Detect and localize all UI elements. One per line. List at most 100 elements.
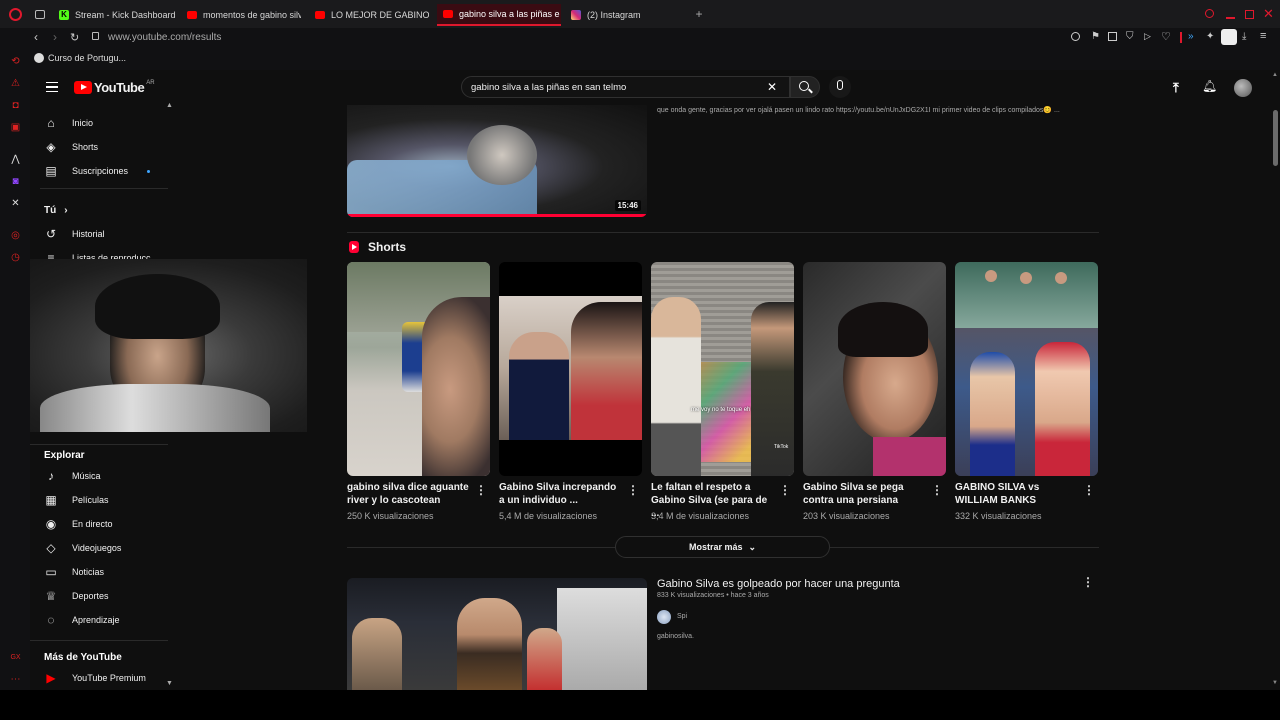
- search-box[interactable]: gabino silva a las piñas en san telmo ✕: [461, 76, 790, 98]
- messenger-icon[interactable]: ◘: [10, 100, 21, 111]
- video-thumbnail[interactable]: 15:46: [347, 105, 647, 217]
- scroll-down-icon[interactable]: ▼: [166, 680, 173, 687]
- webcam-shirt: [40, 384, 270, 432]
- gx-icon[interactable]: GX: [10, 652, 21, 663]
- scrollbar-up-icon[interactable]: ▲: [1272, 72, 1278, 78]
- short-title[interactable]: Gabino Silva se pega contra una persiana: [803, 481, 928, 507]
- play-icon[interactable]: ▷: [1144, 31, 1151, 42]
- instagram-icon: [571, 10, 581, 20]
- opera-logo-icon[interactable]: [9, 8, 22, 21]
- sidebar-item-label: Deportes: [72, 591, 109, 601]
- sidebar-item-peliculas[interactable]: ▦ Películas: [44, 489, 108, 511]
- clear-search-icon[interactable]: ✕: [767, 80, 777, 94]
- sidebar-item-inicio[interactable]: ⌂ Inicio: [44, 112, 93, 134]
- search-tabs-icon[interactable]: [1205, 9, 1214, 18]
- search-input[interactable]: gabino silva a las piñas en san telmo: [471, 82, 626, 93]
- tab-instagram[interactable]: (2) Instagram: [565, 4, 685, 26]
- tab-kick-dashboard[interactable]: K Stream - Kick Dashboard: [53, 4, 175, 26]
- history-icon[interactable]: ⟲: [10, 56, 21, 67]
- sidebar-item-deportes[interactable]: ♕ Deportes: [44, 585, 109, 607]
- short-thumbnail[interactable]: [955, 262, 1098, 476]
- close-window-icon[interactable]: ✕: [1263, 6, 1274, 22]
- short-title[interactable]: gabino silva dice aguante river y lo cas…: [347, 481, 472, 507]
- sidebar-item-videojuegos[interactable]: ◇ Videojuegos: [44, 537, 121, 559]
- sidebar-item-en-directo[interactable]: ◉ En directo: [44, 513, 113, 535]
- url-field[interactable]: www.youtube.com/results: [108, 32, 221, 43]
- youtube-logo[interactable]: YouTube AR: [74, 80, 155, 95]
- video-thumbnail[interactable]: [347, 578, 647, 690]
- sidebar-item-musica[interactable]: ♪ Música: [44, 465, 101, 487]
- more-icon[interactable]: ⋯: [10, 674, 21, 685]
- snapshot-icon[interactable]: [1108, 32, 1117, 41]
- sidebar-you-header[interactable]: Tú ›: [44, 199, 68, 221]
- voice-search-button[interactable]: [829, 76, 851, 98]
- menu-icon[interactable]: ≡: [1260, 30, 1266, 42]
- notifications-icon[interactable]: 🔔︎: [1202, 79, 1217, 93]
- sidebar-item-shorts[interactable]: ◈ Shorts: [44, 136, 98, 158]
- channel-avatar[interactable]: [657, 610, 671, 624]
- opera-sidebar: ⟲ ⚠ ◘ ▣ ⋀ ◙ ✕ ◎ ◷ GX ⋯: [0, 48, 30, 700]
- youtube-icon: [315, 11, 325, 19]
- more-options-icon[interactable]: ⋮: [1083, 483, 1095, 497]
- restore-icon[interactable]: [1245, 10, 1254, 19]
- extension-icon[interactable]: »: [1188, 31, 1194, 42]
- instagram-icon[interactable]: ▣: [10, 122, 21, 133]
- more-options-icon[interactable]: ⋮: [931, 483, 943, 497]
- sidebar-item-label: Música: [72, 471, 101, 481]
- clock-icon[interactable]: ◷: [10, 252, 21, 263]
- forward-icon[interactable]: ›: [53, 30, 57, 44]
- short-thumbnail[interactable]: [347, 262, 490, 476]
- more-options-icon[interactable]: ⋮: [627, 483, 639, 497]
- more-options-icon[interactable]: ⋮: [779, 483, 791, 497]
- tiktok-icon[interactable]: ⋀: [10, 154, 21, 165]
- tab-youtube-gabino-pinas[interactable]: gabino silva a las piñas e: [437, 4, 561, 26]
- sidebar-item-aprendizaje[interactable]: ◌ Aprendizaje: [44, 609, 119, 631]
- hamburger-menu-icon[interactable]: [46, 82, 58, 92]
- download-icon[interactable]: ⤓: [1242, 31, 1246, 42]
- scroll-up-icon[interactable]: ▲: [166, 102, 173, 109]
- player-icon[interactable]: ◎: [10, 230, 21, 241]
- back-icon[interactable]: ‹: [34, 30, 38, 44]
- channel-name[interactable]: Spi: [677, 613, 687, 620]
- show-more-button[interactable]: Mostrar más ⌄: [615, 536, 830, 558]
- sidebar-item-premium[interactable]: ▶ YouTube Premium: [44, 667, 146, 689]
- upload-icon[interactable]: ⤒: [1173, 80, 1179, 96]
- puzzle-icon[interactable]: ✦: [1206, 31, 1214, 42]
- twitch-icon[interactable]: ◙: [10, 176, 21, 187]
- video-description: que onda gente, gracias por ver ojalá pa…: [657, 107, 1060, 114]
- sidebar-item-historial[interactable]: ↺ Historial: [44, 223, 105, 245]
- tab-youtube-lo-mejor[interactable]: LO MEJOR DE GABINO S: [309, 4, 429, 26]
- short-title[interactable]: Gabino Silva increpando a un individuo .…: [499, 481, 624, 507]
- heart-icon[interactable]: ♡: [1161, 30, 1171, 43]
- tab-grid-icon[interactable]: [35, 10, 45, 19]
- search-button[interactable]: [790, 76, 820, 98]
- minimize-icon[interactable]: [1226, 17, 1235, 19]
- short-thumbnail[interactable]: [803, 262, 946, 476]
- home-icon: ⌂: [47, 116, 55, 130]
- youtube-premium-icon: ▶: [46, 671, 56, 685]
- short-title[interactable]: GABINO SILVA vs WILLIAM BANKS: [955, 481, 1080, 507]
- aria-icon[interactable]: ⚠: [10, 78, 21, 89]
- bookmark-item[interactable]: Curso de Portugu...: [34, 53, 126, 63]
- shield-icon[interactable]: ⛉: [1126, 31, 1134, 42]
- scrollbar-thumb[interactable]: [1273, 110, 1278, 166]
- avatar[interactable]: [1234, 79, 1252, 97]
- tab-youtube-momentos[interactable]: momentos de gabino silv: [181, 4, 301, 26]
- short-thumbnail[interactable]: [499, 262, 642, 476]
- video-title[interactable]: Gabino Silva es golpeado por hacer una p…: [657, 578, 900, 590]
- sidebar-item-suscripciones[interactable]: ▤ Suscripciones: [44, 160, 150, 182]
- zoom-icon[interactable]: [1071, 32, 1080, 41]
- profile-extension-icon[interactable]: [1221, 29, 1237, 45]
- sidebar-item-noticias[interactable]: ▭ Noticias: [44, 561, 104, 583]
- scrollbar-down-icon[interactable]: ▼: [1272, 680, 1278, 686]
- x-icon[interactable]: ✕: [10, 198, 21, 209]
- short-thumbnail[interactable]: me voy no te toque eh TikTok: [651, 262, 794, 476]
- new-tab-button[interactable]: +: [693, 8, 705, 20]
- more-options-icon[interactable]: ⋮: [1082, 575, 1094, 589]
- short-views: 250 K visualizaciones: [347, 511, 434, 521]
- bookmark-icon[interactable]: ⚑: [1091, 31, 1100, 42]
- reload-icon[interactable]: ↻: [70, 31, 79, 44]
- watched-progress-bar: [347, 214, 647, 217]
- short-views: 203 K visualizaciones: [803, 511, 890, 521]
- more-options-icon[interactable]: ⋮: [475, 483, 487, 497]
